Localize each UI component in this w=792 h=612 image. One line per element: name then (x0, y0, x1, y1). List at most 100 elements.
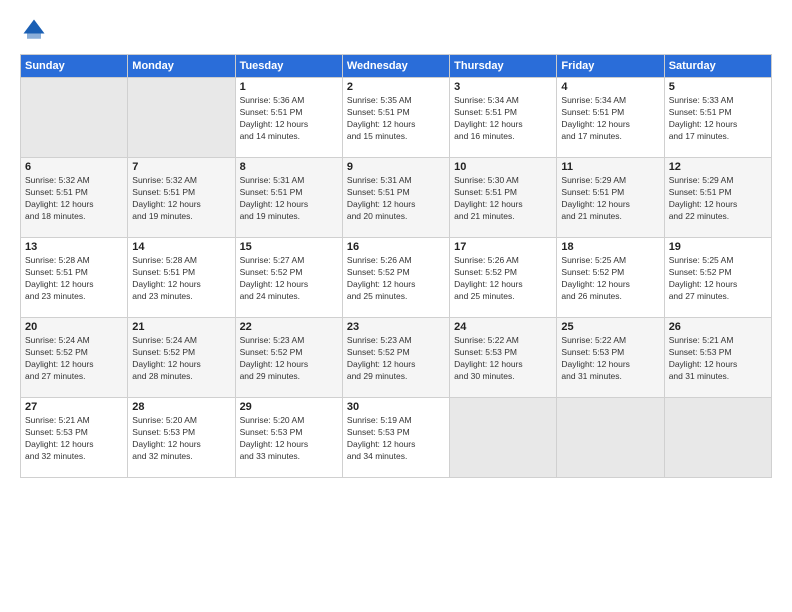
day-info: Sunrise: 5:34 AM Sunset: 5:51 PM Dayligh… (561, 95, 659, 143)
calendar-cell: 17 Sunrise: 5:26 AM Sunset: 5:52 PM Dayli… (450, 238, 557, 318)
day-number: 10 (454, 161, 552, 173)
calendar-cell (664, 398, 771, 478)
day-info: Sunrise: 5:31 AM Sunset: 5:51 PM Dayligh… (240, 175, 338, 223)
calendar-cell (450, 398, 557, 478)
calendar-table: SundayMondayTuesdayWednesdayThursdayFrid… (20, 54, 772, 478)
day-number: 28 (132, 401, 230, 413)
calendar-cell: 24 Sunrise: 5:22 AM Sunset: 5:53 PM Dayli… (450, 318, 557, 398)
calendar-cell: 20 Sunrise: 5:24 AM Sunset: 5:52 PM Dayli… (21, 318, 128, 398)
day-info: Sunrise: 5:36 AM Sunset: 5:51 PM Dayligh… (240, 95, 338, 143)
day-number: 11 (561, 161, 659, 173)
calendar-cell: 8 Sunrise: 5:31 AM Sunset: 5:51 PM Daylig… (235, 158, 342, 238)
calendar-week-row: 13 Sunrise: 5:28 AM Sunset: 5:51 PM Dayli… (21, 238, 772, 318)
calendar-cell: 7 Sunrise: 5:32 AM Sunset: 5:51 PM Daylig… (128, 158, 235, 238)
col-header-tuesday: Tuesday (235, 55, 342, 78)
calendar-cell: 15 Sunrise: 5:27 AM Sunset: 5:52 PM Dayli… (235, 238, 342, 318)
day-info: Sunrise: 5:32 AM Sunset: 5:51 PM Dayligh… (25, 175, 123, 223)
day-info: Sunrise: 5:20 AM Sunset: 5:53 PM Dayligh… (132, 415, 230, 463)
day-info: Sunrise: 5:27 AM Sunset: 5:52 PM Dayligh… (240, 255, 338, 303)
day-number: 30 (347, 401, 445, 413)
calendar-cell: 26 Sunrise: 5:21 AM Sunset: 5:53 PM Dayli… (664, 318, 771, 398)
day-number: 22 (240, 321, 338, 333)
col-header-wednesday: Wednesday (342, 55, 449, 78)
day-info: Sunrise: 5:20 AM Sunset: 5:53 PM Dayligh… (240, 415, 338, 463)
calendar-cell: 4 Sunrise: 5:34 AM Sunset: 5:51 PM Daylig… (557, 78, 664, 158)
day-info: Sunrise: 5:34 AM Sunset: 5:51 PM Dayligh… (454, 95, 552, 143)
day-info: Sunrise: 5:23 AM Sunset: 5:52 PM Dayligh… (240, 335, 338, 383)
col-header-monday: Monday (128, 55, 235, 78)
calendar-cell (128, 78, 235, 158)
calendar-cell: 22 Sunrise: 5:23 AM Sunset: 5:52 PM Dayli… (235, 318, 342, 398)
calendar-cell: 12 Sunrise: 5:29 AM Sunset: 5:51 PM Dayli… (664, 158, 771, 238)
day-info: Sunrise: 5:33 AM Sunset: 5:51 PM Dayligh… (669, 95, 767, 143)
day-number: 25 (561, 321, 659, 333)
calendar-cell: 30 Sunrise: 5:19 AM Sunset: 5:53 PM Dayli… (342, 398, 449, 478)
day-info: Sunrise: 5:26 AM Sunset: 5:52 PM Dayligh… (454, 255, 552, 303)
calendar-cell: 11 Sunrise: 5:29 AM Sunset: 5:51 PM Dayli… (557, 158, 664, 238)
day-number: 5 (669, 81, 767, 93)
col-header-saturday: Saturday (664, 55, 771, 78)
calendar-cell: 6Sunrise: 5:32 AM Sunset: 5:51 PM Daylig… (21, 158, 128, 238)
calendar-cell (21, 78, 128, 158)
day-info: Sunrise: 5:25 AM Sunset: 5:52 PM Dayligh… (669, 255, 767, 303)
day-number: 19 (669, 241, 767, 253)
day-info: Sunrise: 5:26 AM Sunset: 5:52 PM Dayligh… (347, 255, 445, 303)
calendar-week-row: 1 Sunrise: 5:36 AM Sunset: 5:51 PM Daylig… (21, 78, 772, 158)
day-info: Sunrise: 5:28 AM Sunset: 5:51 PM Dayligh… (25, 255, 123, 303)
day-number: 9 (347, 161, 445, 173)
day-number: 21 (132, 321, 230, 333)
calendar-cell: 29 Sunrise: 5:20 AM Sunset: 5:53 PM Dayli… (235, 398, 342, 478)
calendar-cell: 13 Sunrise: 5:28 AM Sunset: 5:51 PM Dayli… (21, 238, 128, 318)
col-header-sunday: Sunday (21, 55, 128, 78)
header (20, 16, 772, 44)
day-number: 24 (454, 321, 552, 333)
day-info: Sunrise: 5:22 AM Sunset: 5:53 PM Dayligh… (454, 335, 552, 383)
day-info: Sunrise: 5:32 AM Sunset: 5:51 PM Dayligh… (132, 175, 230, 223)
day-info: Sunrise: 5:29 AM Sunset: 5:51 PM Dayligh… (669, 175, 767, 223)
calendar-cell: 28 Sunrise: 5:20 AM Sunset: 5:53 PM Dayli… (128, 398, 235, 478)
calendar-header-row: SundayMondayTuesdayWednesdayThursdayFrid… (21, 55, 772, 78)
calendar-cell: 27 Sunrise: 5:21 AM Sunset: 5:53 PM Dayli… (21, 398, 128, 478)
day-info: Sunrise: 5:35 AM Sunset: 5:51 PM Dayligh… (347, 95, 445, 143)
day-info: Sunrise: 5:19 AM Sunset: 5:53 PM Dayligh… (347, 415, 445, 463)
day-number: 13 (25, 241, 123, 253)
col-header-friday: Friday (557, 55, 664, 78)
logo (20, 16, 52, 44)
calendar-week-row: 6Sunrise: 5:32 AM Sunset: 5:51 PM Daylig… (21, 158, 772, 238)
day-number: 29 (240, 401, 338, 413)
calendar-cell (557, 398, 664, 478)
day-info: Sunrise: 5:24 AM Sunset: 5:52 PM Dayligh… (25, 335, 123, 383)
calendar-cell: 21 Sunrise: 5:24 AM Sunset: 5:52 PM Dayli… (128, 318, 235, 398)
day-info: Sunrise: 5:31 AM Sunset: 5:51 PM Dayligh… (347, 175, 445, 223)
day-number: 18 (561, 241, 659, 253)
day-info: Sunrise: 5:24 AM Sunset: 5:52 PM Dayligh… (132, 335, 230, 383)
day-info: Sunrise: 5:29 AM Sunset: 5:51 PM Dayligh… (561, 175, 659, 223)
calendar-cell: 25 Sunrise: 5:22 AM Sunset: 5:53 PM Dayli… (557, 318, 664, 398)
day-number: 4 (561, 81, 659, 93)
calendar-week-row: 27 Sunrise: 5:21 AM Sunset: 5:53 PM Dayli… (21, 398, 772, 478)
day-number: 27 (25, 401, 123, 413)
day-number: 8 (240, 161, 338, 173)
day-number: 14 (132, 241, 230, 253)
page: SundayMondayTuesdayWednesdayThursdayFrid… (0, 0, 792, 612)
calendar-cell: 3 Sunrise: 5:34 AM Sunset: 5:51 PM Daylig… (450, 78, 557, 158)
logo-icon (20, 16, 48, 44)
day-number: 1 (240, 81, 338, 93)
day-number: 15 (240, 241, 338, 253)
day-info: Sunrise: 5:23 AM Sunset: 5:52 PM Dayligh… (347, 335, 445, 383)
day-info: Sunrise: 5:21 AM Sunset: 5:53 PM Dayligh… (669, 335, 767, 383)
day-number: 17 (454, 241, 552, 253)
calendar-cell: 10Sunrise: 5:30 AM Sunset: 5:51 PM Dayli… (450, 158, 557, 238)
calendar-cell: 19 Sunrise: 5:25 AM Sunset: 5:52 PM Dayli… (664, 238, 771, 318)
calendar-cell: 9 Sunrise: 5:31 AM Sunset: 5:51 PM Daylig… (342, 158, 449, 238)
calendar-cell: 5 Sunrise: 5:33 AM Sunset: 5:51 PM Daylig… (664, 78, 771, 158)
day-info: Sunrise: 5:22 AM Sunset: 5:53 PM Dayligh… (561, 335, 659, 383)
day-number: 20 (25, 321, 123, 333)
day-number: 12 (669, 161, 767, 173)
calendar-cell: 1 Sunrise: 5:36 AM Sunset: 5:51 PM Daylig… (235, 78, 342, 158)
day-number: 7 (132, 161, 230, 173)
day-number: 26 (669, 321, 767, 333)
day-number: 2 (347, 81, 445, 93)
day-info: Sunrise: 5:21 AM Sunset: 5:53 PM Dayligh… (25, 415, 123, 463)
day-number: 3 (454, 81, 552, 93)
